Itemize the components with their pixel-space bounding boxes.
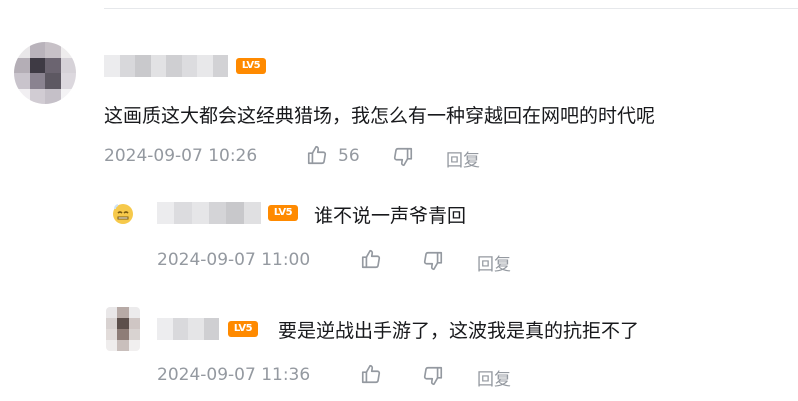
level-badge: LV5: [228, 321, 258, 337]
thumbs-up-icon: [360, 363, 382, 385]
reply-username-blurred[interactable]: [157, 318, 219, 340]
reply-text: 谁不说一声爷青回: [314, 205, 467, 227]
reply-text: 要是逆战出手游了，这波我是真的抗拒不了: [278, 320, 640, 342]
level-badge: LV5: [236, 58, 266, 74]
comment-username-blurred[interactable]: [104, 55, 228, 77]
thumbs-up-icon: [306, 144, 328, 166]
reply-button[interactable]: 回复: [446, 146, 480, 171]
like-button[interactable]: [306, 144, 328, 166]
reply-timestamp: 2024-09-07 11:00: [157, 250, 311, 270]
thumbs-up-icon: [360, 248, 382, 270]
dislike-button[interactable]: [422, 250, 444, 272]
comment-avatar[interactable]: [14, 42, 76, 104]
sweat-smile-face-icon: [110, 204, 136, 230]
reply-timestamp: 2024-09-07 11:36: [157, 365, 311, 385]
like-button[interactable]: [360, 248, 382, 270]
reply-username-blurred[interactable]: [157, 202, 261, 224]
reply-avatar[interactable]: [106, 307, 140, 351]
reply-button[interactable]: 回复: [477, 250, 511, 275]
thumbs-down-icon: [422, 365, 444, 387]
dislike-button[interactable]: [392, 146, 414, 168]
reply-avatar[interactable]: [110, 200, 136, 226]
dislike-button[interactable]: [422, 365, 444, 387]
reply-button[interactable]: 回复: [477, 365, 511, 390]
like-button[interactable]: [360, 363, 382, 385]
top-divider: [104, 8, 798, 9]
thumbs-down-icon: [392, 146, 414, 168]
like-count: 56: [338, 146, 360, 166]
comment-timestamp: 2024-09-07 10:26: [104, 146, 258, 166]
comment-text: 这画质这大都会这经典猎场，我怎么有一种穿越回在网吧的时代呢: [104, 105, 656, 127]
level-badge: LV5: [268, 205, 298, 221]
thumbs-down-icon: [422, 250, 444, 272]
